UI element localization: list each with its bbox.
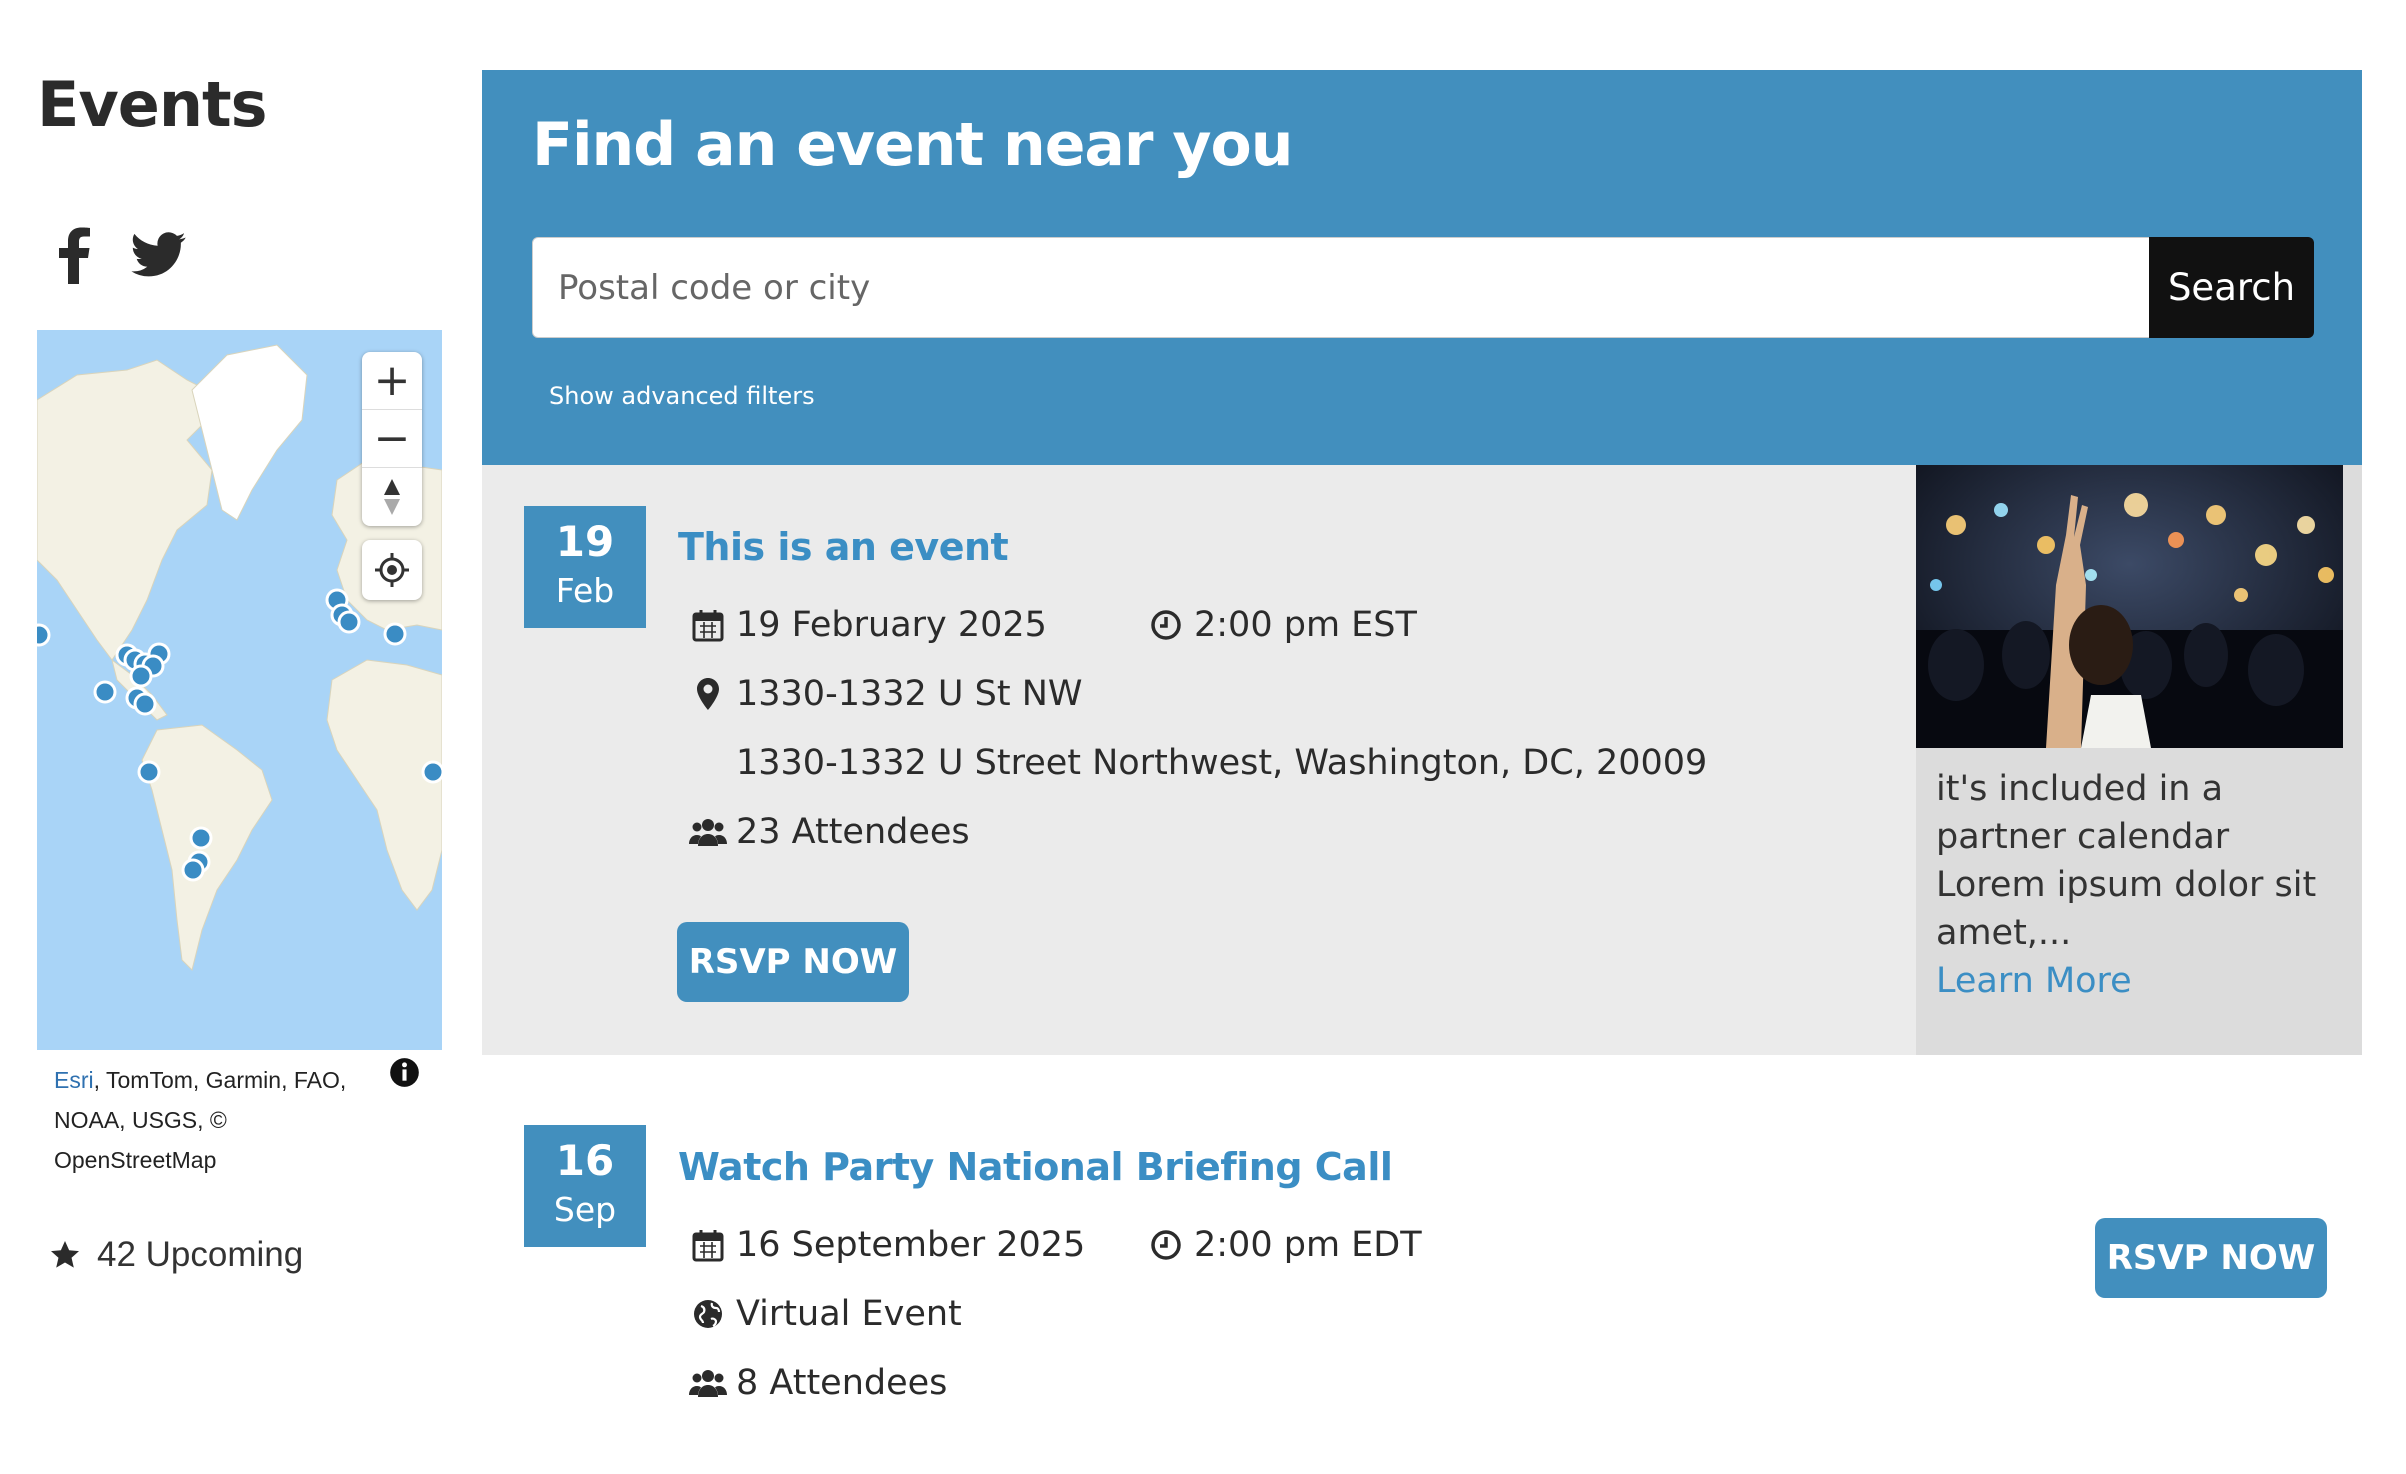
- events-map[interactable]: + −: [37, 330, 442, 1050]
- facebook-icon[interactable]: [57, 226, 91, 284]
- event-date: 19 February 2025: [736, 605, 1047, 645]
- info-icon[interactable]: [382, 1050, 427, 1095]
- sidebar: Events + − Esri, TomTom, Garmin, FAO, NO…: [37, 60, 442, 1274]
- compass-button[interactable]: [362, 468, 422, 526]
- event-month: Sep: [553, 1190, 617, 1229]
- event-address: 1330-1332 U Street Northwest, Washington…: [736, 743, 1708, 783]
- event-location-row: Virtual Event: [688, 1294, 962, 1334]
- event-time-row: 2:00 pm EST: [1146, 605, 1417, 645]
- event-title[interactable]: This is an event: [678, 525, 1009, 569]
- event-location-row: 1330-1332 U St NW: [688, 674, 1083, 714]
- locate-button[interactable]: [362, 540, 422, 600]
- event-date: 16 September 2025: [736, 1225, 1086, 1265]
- event-attendees-row: 23 Attendees: [688, 812, 970, 852]
- event-card: 19 Feb This is an event 19 February 2025…: [482, 465, 2362, 1055]
- event-location-name: 1330-1332 U St NW: [736, 674, 1083, 714]
- users-icon: [689, 819, 727, 846]
- partner-description: it's included in a partner calendar Lore…: [1936, 765, 2346, 1005]
- event-day: 19: [555, 517, 615, 566]
- locate-icon: [375, 553, 409, 587]
- event-location-name: Virtual Event: [736, 1294, 962, 1334]
- event-address-row: 1330-1332 U Street Northwest, Washington…: [736, 743, 1707, 783]
- map-attribution: Esri, TomTom, Garmin, FAO, NOAA, USGS, ©…: [37, 1050, 442, 1178]
- partner-text: it's included in a partner calendar Lore…: [1936, 769, 2317, 953]
- attribution-text: , TomTom, Garmin, FAO, NOAA, USGS, © Ope…: [54, 1067, 347, 1173]
- event-date-row: 19 February 2025: [688, 605, 1047, 645]
- event-attendees: 8 Attendees: [736, 1363, 948, 1403]
- event-attendees: 23 Attendees: [736, 812, 970, 852]
- event-month: Feb: [555, 571, 615, 610]
- map-pin-icon: [697, 678, 719, 710]
- globe-icon: [694, 1300, 722, 1328]
- search-panel: Find an event near you Search Show advan…: [482, 70, 2362, 465]
- zoom-out-button[interactable]: −: [362, 410, 422, 468]
- upcoming-label: 42 Upcoming: [97, 1235, 304, 1274]
- page-title: Events: [37, 68, 268, 141]
- advanced-filters-link[interactable]: Show advanced filters: [549, 382, 815, 410]
- upcoming-count: 42 Upcoming: [49, 1235, 303, 1275]
- event-title[interactable]: Watch Party National Briefing Call: [678, 1145, 1393, 1189]
- search-button[interactable]: Search: [2149, 237, 2314, 338]
- users-icon: [689, 1370, 727, 1397]
- event-date-badge: 19 Feb: [524, 506, 646, 628]
- event-date-badge: 16 Sep: [524, 1125, 646, 1247]
- map-zoom-controls: + −: [362, 352, 422, 526]
- calendar-icon: [692, 1230, 724, 1262]
- rsvp-button[interactable]: RSVP NOW: [677, 922, 909, 1002]
- clock-icon: [1151, 1230, 1181, 1260]
- rsvp-button[interactable]: RSVP NOW: [2095, 1218, 2327, 1298]
- event-image: [1916, 465, 2343, 748]
- partner-panel: it's included in a partner calendar Lore…: [1916, 465, 2362, 1055]
- event-attendees-row: 8 Attendees: [688, 1363, 947, 1403]
- social-links: [37, 210, 187, 300]
- star-icon: [51, 1241, 79, 1268]
- zoom-in-button[interactable]: +: [362, 352, 422, 410]
- search-title: Find an event near you: [532, 110, 1293, 180]
- event-time: 2:00 pm EST: [1194, 605, 1417, 645]
- twitter-icon[interactable]: [131, 232, 187, 278]
- event-time-row: 2:00 pm EDT: [1146, 1225, 1422, 1265]
- calendar-icon: [692, 610, 724, 642]
- clock-icon: [1151, 610, 1181, 640]
- esri-link[interactable]: Esri: [54, 1067, 94, 1093]
- compass-icon: [384, 479, 400, 515]
- learn-more-link[interactable]: Learn More: [1936, 957, 2346, 1005]
- event-date-row: 16 September 2025: [688, 1225, 1085, 1265]
- event-day: 16: [555, 1136, 615, 1185]
- location-search-input[interactable]: [532, 237, 2150, 338]
- event-time: 2:00 pm EDT: [1194, 1225, 1422, 1265]
